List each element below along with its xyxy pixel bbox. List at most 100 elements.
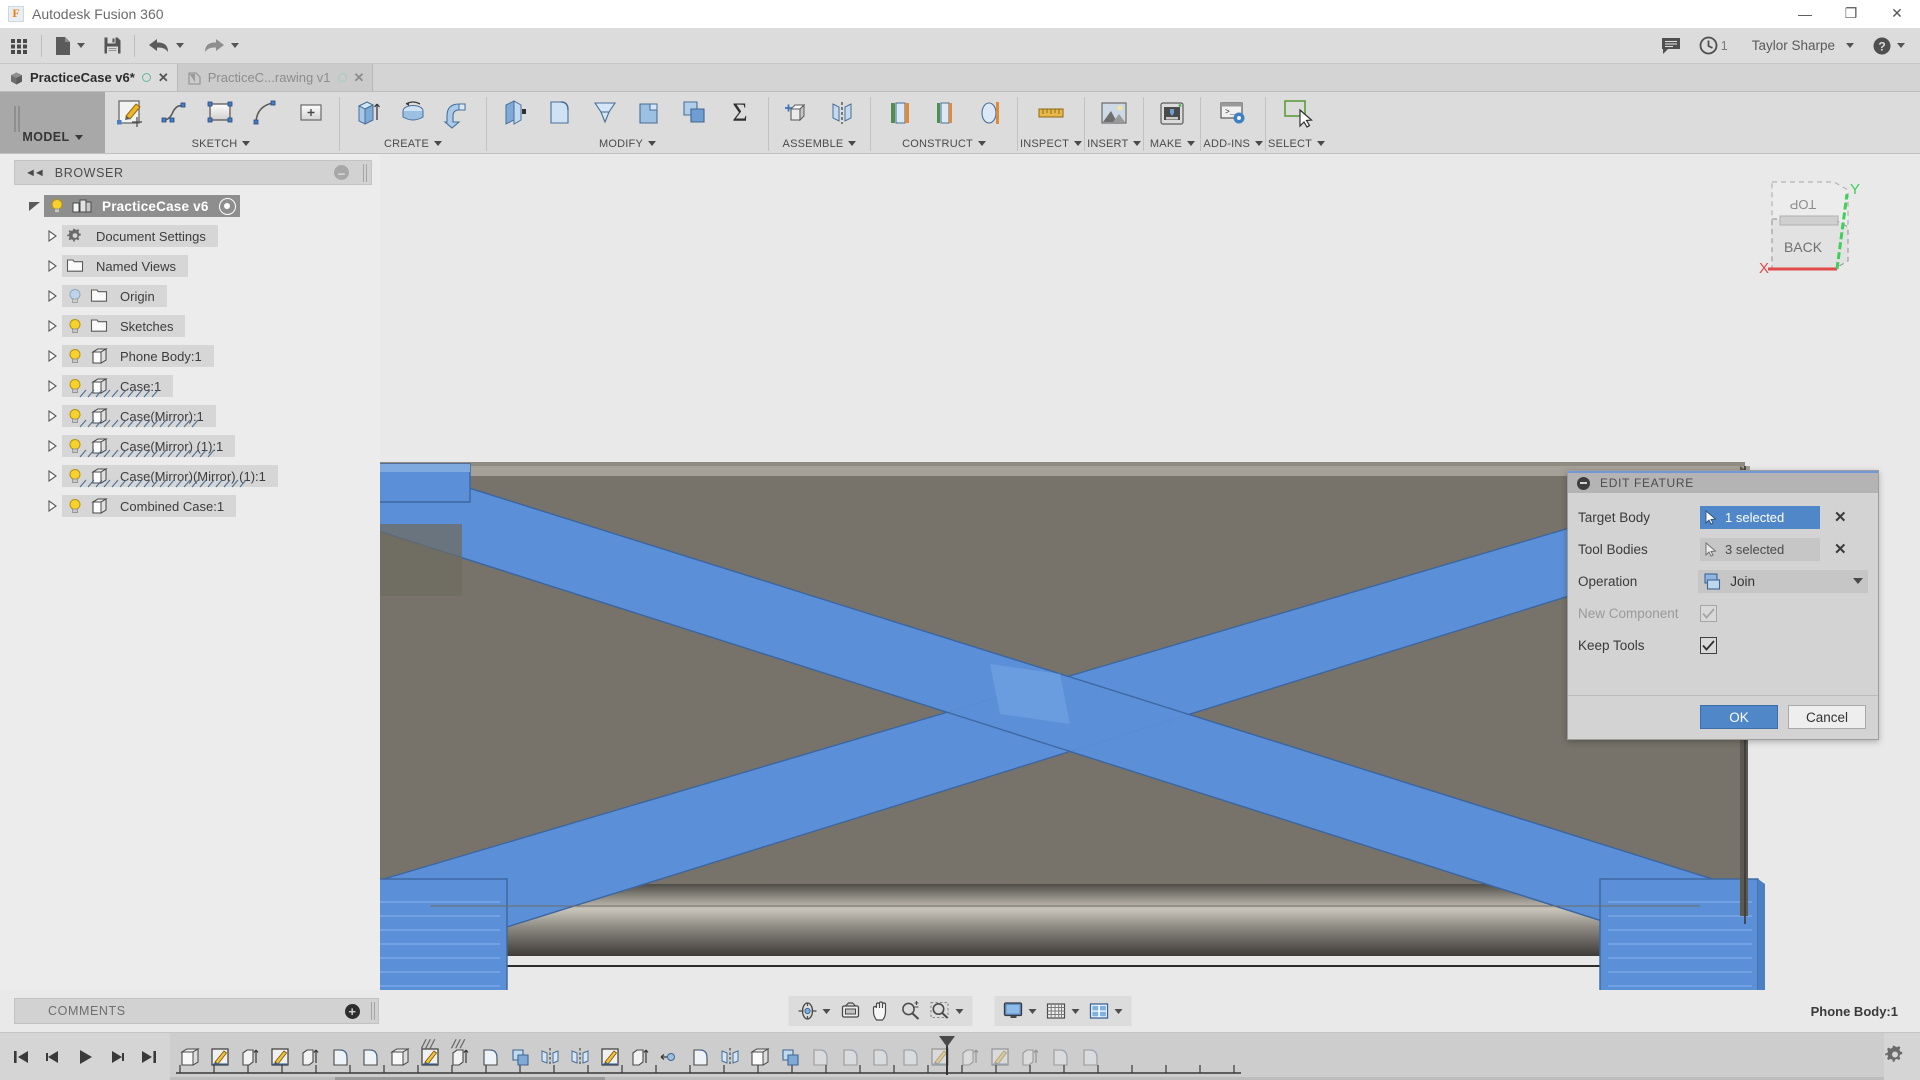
- scripts-addins-icon[interactable]: >_: [1211, 93, 1255, 133]
- ribbon-group-label[interactable]: CREATE: [342, 134, 484, 153]
- timeline-feature-body[interactable]: [386, 1040, 414, 1074]
- close-tab-icon[interactable]: ✕: [354, 71, 365, 84]
- timeline-feature-combine[interactable]: [506, 1040, 534, 1074]
- timeline-feature-fillet[interactable]: [686, 1040, 714, 1074]
- sweep-icon[interactable]: [436, 93, 480, 133]
- tree-item-combined-case[interactable]: Combined Case:1: [62, 495, 237, 517]
- clear-tool-bodies-button[interactable]: ✕: [1834, 542, 1847, 557]
- timeline-feature-mirror[interactable]: [536, 1040, 564, 1074]
- sketch-dimension-icon[interactable]: [289, 93, 333, 133]
- timeline-feature-mirror[interactable]: [716, 1040, 744, 1074]
- combine-icon[interactable]: [673, 93, 717, 133]
- timeline-feature-extrude[interactable]: [236, 1040, 264, 1074]
- axis-icon[interactable]: [967, 93, 1011, 133]
- joint-icon[interactable]: [820, 93, 864, 133]
- timeline-feature-body[interactable]: [746, 1040, 774, 1074]
- expand-arrow-icon[interactable]: [42, 470, 62, 482]
- extrude-icon[interactable]: [346, 93, 390, 133]
- zoom-icon[interactable]: [896, 997, 926, 1025]
- shell-icon[interactable]: [628, 93, 672, 133]
- expand-arrow-icon[interactable]: [42, 260, 62, 272]
- tree-row-case-mirror-1[interactable]: Case(Mirror) (1):1: [0, 431, 380, 461]
- expand-arrow-icon[interactable]: [42, 410, 62, 422]
- ribbon-group-label[interactable]: CONSTRUCT: [873, 134, 1015, 153]
- chevron-down-icon[interactable]: [1028, 1008, 1037, 1014]
- skip-to-end-icon[interactable]: [134, 1040, 164, 1074]
- tree-item-case-mirror[interactable]: Case(Mirror):1: [62, 405, 216, 428]
- ok-button[interactable]: OK: [1700, 705, 1778, 729]
- tree-item-phone-body[interactable]: Phone Body:1: [62, 345, 214, 367]
- tree-row-document-settings[interactable]: Document Settings: [0, 221, 380, 251]
- timeline-feature-extrude-pending[interactable]: [1016, 1040, 1044, 1074]
- panel-grip[interactable]: [363, 163, 367, 182]
- minimize-icon[interactable]: –: [334, 165, 349, 180]
- spline-icon[interactable]: [154, 93, 198, 133]
- tree-item-case-mirror-1[interactable]: Case(Mirror) (1):1: [62, 435, 236, 458]
- dialog-title-bar[interactable]: EDIT FEATURE: [1568, 471, 1878, 493]
- ribbon-group-label[interactable]: INSERT: [1087, 134, 1142, 153]
- timeline-feature-sketch[interactable]: ///: [416, 1037, 444, 1074]
- visibility-bulb-icon[interactable]: [66, 317, 84, 335]
- workspace-switcher-button[interactable]: MODEL: [0, 92, 105, 153]
- timeline-feature-fillet[interactable]: [356, 1040, 384, 1074]
- tree-row-sketches[interactable]: Sketches: [0, 311, 380, 341]
- new-component-icon[interactable]: [775, 93, 819, 133]
- timeline-feature-sketch[interactable]: [206, 1040, 234, 1074]
- collapse-panel-icon[interactable]: ◄◄: [25, 167, 45, 179]
- expand-arrow-icon[interactable]: [42, 320, 62, 332]
- tool-bodies-selection-field[interactable]: 3 selected: [1700, 537, 1820, 561]
- keep-tools-checkbox[interactable]: [1700, 636, 1717, 654]
- tree-item-document-settings[interactable]: Document Settings: [62, 225, 218, 247]
- expand-arrow-icon[interactable]: [42, 350, 62, 362]
- tree-row-case-mirror-mirror-1[interactable]: Case(Mirror)(Mirror) (1):1: [0, 461, 380, 491]
- timeline-feature-extrude-pending[interactable]: [956, 1040, 984, 1074]
- pan-icon[interactable]: [866, 997, 896, 1025]
- tree-row-case-mirror[interactable]: Case(Mirror):1: [0, 401, 380, 431]
- select-cursor-icon[interactable]: [1275, 93, 1319, 133]
- tree-item-case[interactable]: Case:1: [62, 375, 174, 398]
- timeline-scrollbar[interactable]: [170, 1076, 1884, 1080]
- expand-arrow-icon[interactable]: [42, 500, 62, 512]
- expand-arrow-icon[interactable]: [24, 201, 44, 212]
- tree-item-sketches[interactable]: Sketches: [62, 315, 186, 337]
- chevron-down-icon[interactable]: [1853, 578, 1863, 584]
- create-sketch-icon[interactable]: [109, 93, 153, 133]
- activate-component-icon[interactable]: [218, 197, 236, 215]
- expand-arrow-icon[interactable]: [42, 440, 62, 452]
- timeline-feature-fillet-pending[interactable]: [1076, 1040, 1104, 1074]
- tree-item-practicecase[interactable]: PracticeCase v6: [44, 195, 240, 217]
- chevron-down-icon[interactable]: [1071, 1008, 1080, 1014]
- timeline-feature-sketch-pending[interactable]: [986, 1040, 1014, 1074]
- sigma-icon[interactable]: Σ: [718, 93, 762, 133]
- timeline-feature-extrude[interactable]: [296, 1040, 324, 1074]
- ribbon-group-label[interactable]: MAKE: [1146, 134, 1198, 153]
- timeline-feature-body[interactable]: [176, 1040, 204, 1074]
- fillet-icon[interactable]: [538, 93, 582, 133]
- press-pull-icon[interactable]: [493, 93, 537, 133]
- minimize-window-button[interactable]: —: [1782, 0, 1828, 28]
- ribbon-group-label[interactable]: MODIFY: [489, 134, 766, 153]
- ribbon-group-label[interactable]: SKETCH: [105, 134, 337, 153]
- chevron-down-icon[interactable]: [1114, 1008, 1123, 1014]
- timeline-feature-sketch[interactable]: [266, 1040, 294, 1074]
- insert-image-icon[interactable]: [1092, 93, 1136, 133]
- timeline-feature-fillet-pending[interactable]: [806, 1040, 834, 1074]
- timeline-feature-fillet[interactable]: [326, 1040, 354, 1074]
- zoom-window-icon[interactable]: [926, 997, 956, 1025]
- new-document-icon[interactable]: [45, 28, 94, 64]
- tree-item-named-views[interactable]: Named Views: [62, 255, 188, 277]
- rectangle-icon[interactable]: [199, 93, 243, 133]
- chevron-down-icon[interactable]: [955, 1008, 964, 1014]
- step-back-icon[interactable]: [38, 1040, 68, 1074]
- skip-to-start-icon[interactable]: [6, 1040, 36, 1074]
- timeline-feature-fillet-pending[interactable]: [836, 1040, 864, 1074]
- timeline-feature-extrude[interactable]: ///: [446, 1037, 474, 1074]
- revolve-icon[interactable]: [391, 93, 435, 133]
- redo-icon[interactable]: [193, 28, 248, 64]
- expand-arrow-icon[interactable]: [42, 380, 62, 392]
- tree-row-case[interactable]: Case:1: [0, 371, 380, 401]
- expand-arrow-icon[interactable]: [42, 230, 62, 242]
- app-grid-icon[interactable]: [0, 28, 38, 64]
- chamfer-icon[interactable]: [583, 93, 627, 133]
- measure-icon[interactable]: [1029, 93, 1073, 133]
